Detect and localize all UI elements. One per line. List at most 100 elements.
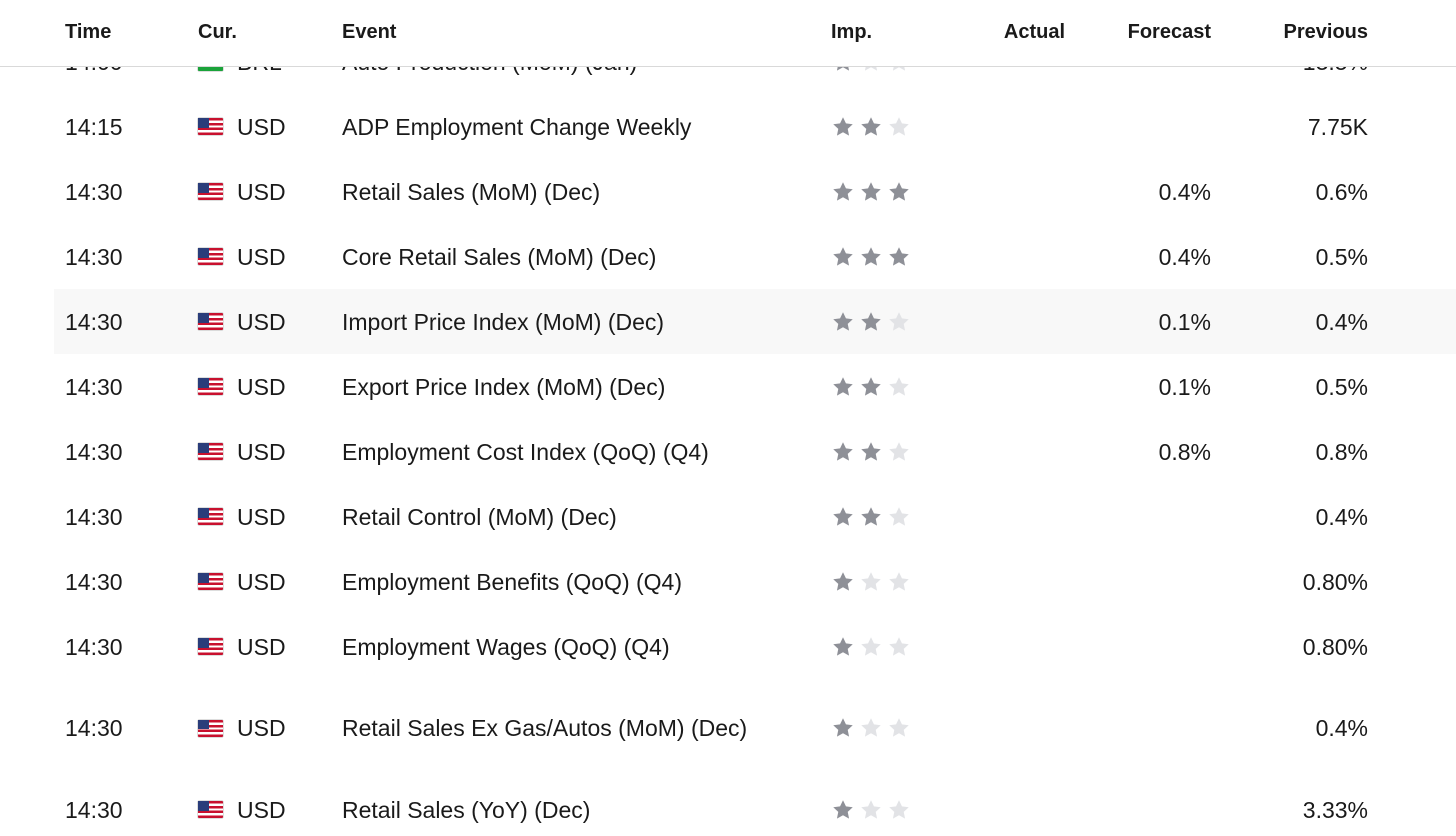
star-icon bbox=[859, 798, 883, 822]
event-time: 14:15 bbox=[65, 113, 123, 140]
star-icon bbox=[887, 635, 911, 659]
importance-rating bbox=[831, 310, 911, 334]
event-row[interactable]: 14:30 USD Retail Sales (YoY) (Dec) 3.33% bbox=[54, 777, 1456, 836]
currency-code: USD bbox=[237, 178, 286, 205]
event-currency: USD bbox=[198, 565, 286, 599]
star-icon bbox=[831, 115, 855, 139]
event-name[interactable]: Employment Wages (QoQ) (Q4) bbox=[342, 630, 782, 664]
event-name[interactable]: Retail Sales (YoY) (Dec) bbox=[342, 793, 782, 827]
header-previous[interactable]: Previous bbox=[1284, 20, 1368, 44]
event-currency: USD bbox=[198, 630, 286, 664]
event-name[interactable]: Retail Sales Ex Gas/Autos (MoM) (Dec) bbox=[342, 711, 782, 745]
event-currency: USD bbox=[198, 370, 286, 404]
header-importance[interactable]: Imp. bbox=[831, 20, 872, 44]
event-row[interactable]: 14:30 USD Employment Cost Index (QoQ) (Q4)… bbox=[54, 419, 1456, 485]
calendar-table-header: Time Cur. Event Imp. Actual Forecast Pre… bbox=[0, 0, 1456, 67]
currency-code: USD bbox=[237, 715, 286, 741]
event-forecast: 0.8% bbox=[1158, 438, 1211, 465]
event-name[interactable]: Retail Sales (MoM) (Dec) bbox=[342, 175, 782, 209]
star-icon bbox=[887, 570, 911, 594]
event-row[interactable]: 14:15 USD ADP Employment Change Weekly 7.75… bbox=[54, 94, 1456, 160]
star-icon bbox=[831, 310, 855, 334]
event-name[interactable]: Employment Benefits (QoQ) (Q4) bbox=[342, 565, 782, 599]
star-icon bbox=[831, 716, 855, 740]
star-icon bbox=[887, 798, 911, 822]
event-currency: USD bbox=[198, 305, 286, 339]
currency-code: USD bbox=[237, 796, 286, 823]
event-row[interactable]: 14:30 USD Export Price Index (MoM) (Dec) 0.… bbox=[54, 354, 1456, 420]
event-row[interactable]: 14:30 USD Retail Sales (MoM) (Dec) 0.4% 0.6% bbox=[54, 159, 1456, 225]
event-row[interactable]: 14:30 USD Employment Benefits (QoQ) (Q4) 0.… bbox=[54, 549, 1456, 615]
header-actual[interactable]: Actual bbox=[1004, 20, 1065, 44]
currency-code: USD bbox=[237, 308, 286, 335]
star-icon bbox=[859, 180, 883, 204]
importance-rating bbox=[831, 635, 911, 659]
star-icon bbox=[887, 180, 911, 204]
header-time[interactable]: Time bbox=[65, 20, 111, 44]
importance-rating bbox=[831, 505, 911, 529]
event-name[interactable]: Import Price Index (MoM) (Dec) bbox=[342, 305, 782, 339]
currency-code: USD bbox=[237, 633, 286, 660]
event-row[interactable]: 14:30 USD Import Price Index (MoM) (Dec) 0.… bbox=[54, 289, 1456, 355]
star-icon bbox=[887, 310, 911, 334]
event-name[interactable]: Employment Cost Index (QoQ) (Q4) bbox=[342, 435, 782, 469]
us-flag-icon bbox=[198, 719, 223, 737]
us-flag-icon bbox=[198, 508, 223, 525]
calendar-table-body: 14:00BRLAuto Production (MoM) (Jan)13.5%… bbox=[54, 0, 1456, 836]
event-previous: 0.8% bbox=[1315, 438, 1368, 465]
event-row[interactable]: 14:30 USD Retail Sales Ex Gas/Autos (MoM) … bbox=[54, 679, 1456, 778]
star-icon bbox=[831, 570, 855, 594]
event-time: 14:30 bbox=[65, 308, 123, 335]
event-time: 14:30 bbox=[65, 633, 123, 660]
us-flag-icon bbox=[198, 378, 223, 395]
star-icon bbox=[859, 635, 883, 659]
currency-code: USD bbox=[237, 373, 286, 400]
event-time: 14:30 bbox=[65, 715, 123, 741]
event-name[interactable]: ADP Employment Change Weekly bbox=[342, 110, 782, 144]
importance-rating bbox=[831, 798, 911, 822]
header-currency[interactable]: Cur. bbox=[198, 20, 237, 44]
star-icon bbox=[831, 635, 855, 659]
event-name[interactable]: Retail Control (MoM) (Dec) bbox=[342, 500, 782, 534]
event-time: 14:30 bbox=[65, 438, 123, 465]
star-icon bbox=[859, 375, 883, 399]
event-currency: USD bbox=[198, 435, 286, 469]
header-event[interactable]: Event bbox=[342, 20, 782, 44]
event-row[interactable]: 14:30 USD Retail Control (MoM) (Dec) 0.4% bbox=[54, 484, 1456, 550]
event-forecast: 0.1% bbox=[1158, 308, 1211, 335]
event-previous: 0.80% bbox=[1302, 633, 1368, 660]
importance-rating bbox=[831, 716, 911, 740]
economic-calendar-page: Time Cur. Event Imp. Actual Forecast Pre… bbox=[0, 0, 1456, 836]
importance-rating bbox=[831, 440, 911, 464]
event-row[interactable]: 14:30 USD Employment Wages (QoQ) (Q4) 0.80% bbox=[54, 614, 1456, 680]
star-icon bbox=[859, 716, 883, 740]
importance-rating bbox=[831, 375, 911, 399]
event-currency: USD bbox=[198, 711, 286, 745]
importance-rating bbox=[831, 180, 911, 204]
event-previous: 0.80% bbox=[1302, 568, 1368, 595]
event-name[interactable]: Core Retail Sales (MoM) (Dec) bbox=[342, 240, 782, 274]
importance-rating bbox=[831, 245, 911, 269]
star-icon bbox=[887, 440, 911, 464]
us-flag-icon bbox=[198, 248, 223, 265]
event-previous: 0.4% bbox=[1315, 715, 1368, 741]
currency-code: USD bbox=[237, 243, 286, 270]
star-icon bbox=[831, 505, 855, 529]
star-icon bbox=[831, 180, 855, 204]
header-forecast[interactable]: Forecast bbox=[1128, 20, 1211, 44]
event-previous: 0.4% bbox=[1315, 308, 1368, 335]
star-icon bbox=[887, 375, 911, 399]
star-icon bbox=[887, 505, 911, 529]
event-currency: USD bbox=[198, 793, 286, 827]
event-previous: 0.4% bbox=[1315, 503, 1368, 530]
event-time: 14:30 bbox=[65, 568, 123, 595]
event-forecast: 0.4% bbox=[1158, 178, 1211, 205]
event-row[interactable]: 14:30 USD Core Retail Sales (MoM) (Dec) 0.4… bbox=[54, 224, 1456, 290]
event-currency: USD bbox=[198, 500, 286, 534]
us-flag-icon bbox=[198, 638, 223, 655]
event-name[interactable]: Export Price Index (MoM) (Dec) bbox=[342, 370, 782, 404]
star-icon bbox=[859, 310, 883, 334]
currency-code: USD bbox=[237, 438, 286, 465]
star-icon bbox=[859, 115, 883, 139]
importance-rating bbox=[831, 570, 911, 594]
